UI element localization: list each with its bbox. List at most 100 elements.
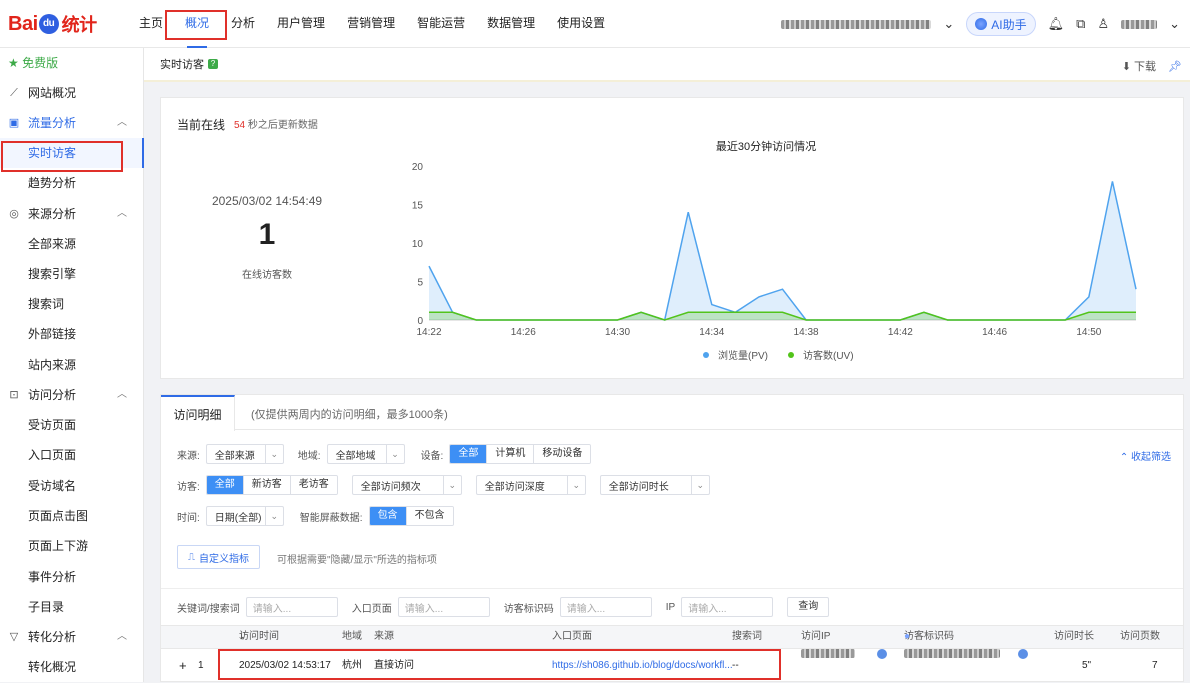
sidebar: ★ 免费版 ⟋ 网站概况 ▣ 流量分析 ︿ 实时访客 趋势分析 ◎ 来源分析 ︿ 全部来源 搜索引擎搜…	[0, 48, 144, 682]
depth-select[interactable]: 全部访问深度 ⌄	[475, 475, 586, 495]
tab-visit-detail[interactable]: 访问明细	[161, 395, 235, 431]
funnel-icon: ▽	[9, 631, 19, 644]
sidebar-item[interactable]: 实时访客	[0, 138, 144, 169]
region-label: 地域:	[297, 450, 321, 462]
smart-filter-label: 智能屏蔽数据:	[299, 512, 363, 524]
nav-item-1[interactable]: 概况	[174, 0, 220, 48]
sidebar-item[interactable]: 转化概况	[0, 652, 143, 682]
entry-page-input[interactable]: 请输入...	[397, 597, 490, 617]
seg-device-option-2[interactable]: 移动设备	[534, 445, 591, 463]
sidebar-item[interactable]: 搜索引擎	[0, 259, 143, 289]
y-tick-label: 20	[412, 162, 424, 173]
legend-label-1: 访客数(UV)	[803, 349, 854, 362]
row-entry-page-link[interactable]: https://sh086.github.io/blog/docs/workfl…	[552, 649, 733, 683]
nav-item-6[interactable]: 数据管理	[476, 0, 546, 48]
visitor-code-label: 访客标识码	[503, 603, 554, 615]
expand-row-button[interactable]: +	[179, 649, 187, 683]
site-selector-obscured[interactable]	[781, 19, 932, 29]
sidebar-group-2[interactable]: ◎ 来源分析 ︿	[0, 199, 143, 229]
duration-select[interactable]: 全部访问时长 ⌄	[599, 475, 710, 495]
sidebar-item[interactable]: 页面点击图	[0, 501, 143, 531]
seg-smart-option-1[interactable]: 不包含	[406, 507, 453, 525]
logo-paw: du	[38, 14, 59, 34]
sidebar-item[interactable]: 页面上下游	[0, 531, 143, 561]
seg-device-option-0[interactable]: 全部	[450, 445, 488, 463]
row-visit-time: 2025/03/02 14:53:17	[239, 660, 331, 671]
user-icon[interactable]: ♙	[1097, 16, 1109, 32]
seg-smart-option-0[interactable]: 包含	[369, 507, 407, 525]
sidebar-group-4[interactable]: ▽ 转化分析 ︿	[0, 622, 143, 652]
nav-item-5[interactable]: 智能运营	[406, 0, 476, 48]
sidebar-item[interactable]: 外部链接	[0, 319, 143, 349]
pin-icon[interactable]: 📌︎	[1168, 60, 1182, 73]
nav-item-3[interactable]: 用户管理	[266, 0, 336, 48]
sidebar-group-1[interactable]: ▣ 流量分析 ︿	[0, 108, 143, 138]
baidu-tongji-logo[interactable]: Bai du 统计	[8, 12, 97, 36]
ip-input[interactable]: 请输入...	[681, 597, 774, 617]
source-select[interactable]: 全部来源 ⌄	[205, 444, 284, 464]
download-button[interactable]: ⬇ 下载	[1122, 58, 1156, 74]
line-chart-icon: ⟋	[10, 87, 18, 99]
sidebar-item[interactable]: 搜索词	[0, 289, 143, 319]
seg-visitor-option-0[interactable]: 全部	[206, 476, 244, 494]
sidebar-item[interactable]: 趋势分析	[0, 168, 143, 198]
seg-device-option-1[interactable]: 计算机	[487, 445, 535, 463]
detail-tabbar: 访问明细 (仅提供两周内的访问明细，最多1000条)	[161, 395, 1183, 431]
col-duration: 访问时长	[1054, 631, 1094, 642]
username-obscured[interactable]	[1121, 19, 1158, 29]
search-bar: 关键词/搜索词 请输入... 入口页面 请输入... 访客标识码 请输入... …	[161, 588, 1183, 625]
x-tick-label: 14:46	[982, 327, 1007, 338]
time-select[interactable]: 日期(全部) ⌄	[205, 506, 284, 526]
col-visit-time-label: 访问时间	[239, 631, 279, 642]
sidebar-group-3[interactable]: ⊡ 访问分析 ︿	[0, 380, 143, 410]
sidebar-item[interactable]: 事件分析	[0, 562, 143, 592]
nav-item-2[interactable]: 分析	[220, 0, 266, 48]
sidebar-item[interactable]: 全部来源	[0, 229, 143, 259]
x-tick-label: 14:38	[794, 327, 819, 338]
nav-item-4[interactable]: 营销管理	[336, 0, 406, 48]
frequency-select[interactable]: 全部访问频次 ⌄	[351, 475, 462, 495]
seg-visitor-option-1[interactable]: 新访客	[243, 476, 291, 494]
custom-metrics-button[interactable]: ⎍ 自定义指标	[177, 545, 260, 569]
help-icon[interactable]: ?	[208, 59, 218, 69]
visitor-code-input[interactable]: 请输入...	[559, 597, 652, 617]
query-button[interactable]: 查询	[787, 597, 830, 617]
chevron-down-icon: ⌄	[566, 476, 585, 494]
bell-icon[interactable]: 🔔︎	[1048, 16, 1065, 32]
link-icon[interactable]: ⧉	[1076, 16, 1085, 32]
collapse-filter-link[interactable]: ⌃ 收起筛选	[1120, 448, 1171, 463]
keyword-search-input[interactable]: 请输入...	[245, 597, 338, 617]
sidebar-item[interactable]: 入口页面	[0, 440, 143, 470]
chevron-down-icon[interactable]: ⌄	[943, 16, 954, 32]
sidebar-item[interactable]: 站内来源	[0, 350, 143, 380]
duration-value: 全部访问时长	[608, 481, 669, 493]
chevron-up-icon[interactable]: ︿	[117, 108, 127, 138]
sidebar-group-0[interactable]: ⟋ 网站概况	[0, 78, 143, 108]
ai-assistant-button[interactable]: AI助手	[966, 12, 1036, 36]
chevron-up-icon[interactable]: ︿	[117, 622, 127, 652]
sidebar-group-label: 访问分析	[28, 388, 77, 403]
detail-panel: 访问明细 (仅提供两周内的访问明细，最多1000条) ⌃ 收起筛选 来源: 全部…	[160, 394, 1184, 682]
sidebar-item[interactable]: 受访页面	[0, 410, 143, 440]
visitor-label: 访客:	[177, 481, 200, 493]
account-chevron-down-icon[interactable]: ⌄	[1169, 16, 1180, 32]
table-header: 访问时间 🡓 地域 来源 入口页面 搜索词 访问IP 访客标识码 ● 访问时长 …	[161, 625, 1183, 649]
main-nav: 主页 概况 分析 用户管理 营销管理 智能运营 数据管理 使用设置	[128, 0, 616, 48]
table-row[interactable]: + 1 2025/03/02 14:53:17 杭州 直接访问 https://…	[161, 649, 1183, 683]
region-select[interactable]: 全部地域 ⌄	[326, 444, 405, 464]
chevron-up-icon[interactable]: ︿	[117, 380, 127, 410]
nav-item-0[interactable]: 主页	[128, 0, 174, 48]
sidebar-item[interactable]: 受访域名	[0, 471, 143, 501]
top-right-area: ⌄ AI助手 🔔︎ ⧉ ♙ ⌄	[781, 12, 1180, 36]
row-pages: 7	[1152, 660, 1158, 671]
nav-item-7[interactable]: 使用设置	[546, 0, 616, 48]
sidebar-item[interactable]: 子目录	[0, 592, 143, 622]
col-region: 地域	[342, 631, 362, 642]
free-edition-badge[interactable]: ★ 免费版	[0, 48, 143, 78]
sort-down-icon[interactable]: 🡓	[239, 626, 244, 648]
y-tick-label: 15	[412, 201, 424, 212]
seg-visitor-option-2[interactable]: 老访客	[290, 476, 337, 494]
help-circle-icon[interactable]: ●	[904, 626, 910, 648]
chevron-up-icon[interactable]: ︿	[117, 199, 127, 229]
visitor-segment: 全部 新访客 老访客	[205, 475, 338, 495]
